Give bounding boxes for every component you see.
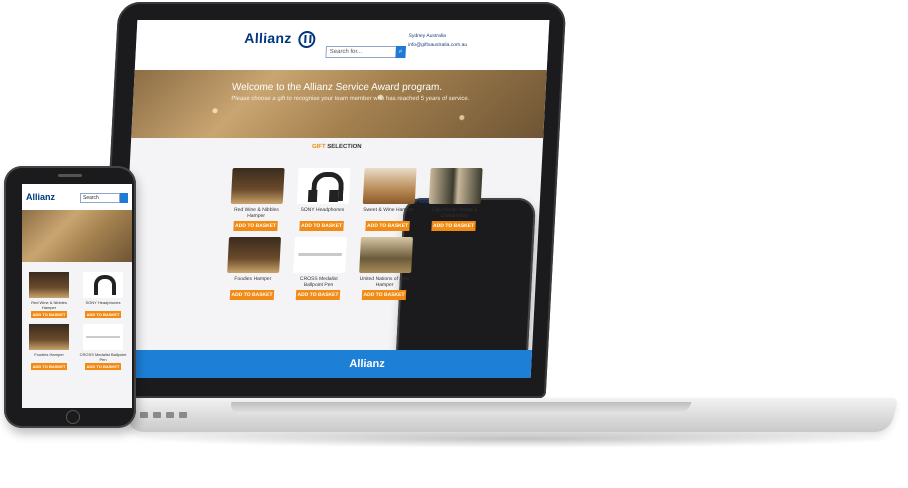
gift-card: CROSS Medalist Ballpoint Pen ADD TO BASK… (289, 237, 350, 300)
search-input[interactable]: Search for... (325, 46, 398, 58)
site-header: Allianz Search for... ⌕ 1300 499 452 Syd… (134, 20, 550, 378)
gift-grid: Red Wine & Nibbles Hamper ADD TO BASKET … (223, 168, 483, 300)
gift-name: Capi Monte Shiraz & Chardonnay (431, 207, 478, 219)
gift-name: Sweet & Wine Hamper (362, 207, 414, 213)
laptop-trackpad-notch (228, 402, 692, 414)
gift-selection-heading: GIFT SELECTION (131, 144, 543, 150)
phone-site-header: Allianz Search (22, 184, 132, 210)
phone-home-button[interactable] (66, 410, 80, 424)
phone-gift-card: SONY Headphones ADD TO BASKET (79, 272, 127, 318)
add-to-basket-button[interactable]: ADD TO BASKET (229, 290, 275, 300)
contact-email[interactable]: info@giftsaustralia.com.au (408, 41, 467, 50)
gift-name: SONY Headphones (85, 300, 121, 305)
laptop-shadow (140, 430, 900, 448)
phone-screen: Allianz Search Red Wine & Nibbles Hamper… (22, 184, 132, 408)
gift-name: Red Wine & Nibbles Hamper (31, 300, 67, 310)
search-icon: ⌕ (398, 48, 403, 55)
gift-card: Capi Monte Shiraz & Chardonnay ADD TO BA… (424, 168, 485, 231)
foodies-hamper-image[interactable] (29, 324, 69, 350)
gift-name: CROSS Medalist Ballpoint Pen (299, 276, 338, 288)
phone-brand-logo[interactable]: Allianz (26, 192, 55, 202)
gift-card: SONY Headphones ADD TO BASKET (292, 168, 353, 231)
laptop-screen: Allianz Search for... ⌕ 1300 499 452 Syd… (118, 20, 550, 378)
add-to-basket-button[interactable]: ADD TO BASKET (85, 363, 121, 370)
contact-info: 1300 499 452 Sydney Australia info@gifts… (390, 32, 537, 378)
banner-title: Welcome to the Allianz Service Award pro… (231, 82, 443, 93)
phone-gift-grid: Red Wine & Nibbles Hamper ADD TO BASKET … (22, 262, 132, 370)
foodies-hamper-image[interactable] (227, 237, 282, 273)
headphones-image[interactable] (83, 272, 123, 298)
contact-location: Sydney Australia (408, 33, 446, 39)
hdmi-port-icon (166, 412, 174, 418)
headphones-image[interactable] (296, 168, 351, 204)
brand-logo[interactable]: Allianz (244, 30, 317, 48)
beer-hamper-image[interactable] (359, 237, 414, 273)
phone-search-input[interactable]: Search (80, 193, 120, 203)
gift-name: Foodies Hamper (234, 276, 272, 282)
gift-name: United Nations of Beer Hamper (359, 276, 411, 288)
pen-image[interactable] (293, 237, 348, 273)
card-slot-icon (179, 412, 187, 418)
add-to-basket-button[interactable]: ADD TO BASKET (361, 290, 407, 300)
gift-name: SONY Headphones (300, 207, 345, 213)
gift-card: Foodies Hamper ADD TO BASKET (223, 237, 284, 300)
gift-card: Sweet & Wine Hamper ADD TO BASKET (358, 168, 419, 231)
phone-gift-card: CROSS Medalist Ballpoint Pen ADD TO BASK… (79, 324, 127, 370)
gift-name: Foodies Hamper (34, 352, 64, 357)
add-to-basket-button[interactable]: ADD TO BASKET (431, 221, 476, 231)
add-to-basket-button[interactable]: ADD TO BASKET (31, 363, 67, 370)
add-to-basket-button[interactable]: ADD TO BASKET (85, 311, 121, 318)
hero-banner: Welcome to the Allianz Service Award pro… (131, 70, 547, 138)
phone-device: Allianz Search Red Wine & Nibbles Hamper… (4, 166, 136, 428)
laptop-ports (140, 412, 187, 418)
gift-selection-label: SELECTION (327, 144, 362, 150)
phone-search-button[interactable] (120, 193, 128, 203)
usb-port-icon (140, 412, 148, 418)
gift-card: Red Wine & Nibbles Hamper ADD TO BASKET (226, 168, 287, 231)
wine-image[interactable] (428, 168, 483, 204)
hamper-image[interactable] (29, 272, 69, 298)
banner-subtitle: Please choose a gift to recognise your t… (231, 96, 470, 102)
usb-port-icon (153, 412, 161, 418)
add-to-basket-button[interactable]: ADD TO BASKET (299, 221, 344, 231)
phone-gift-card: Red Wine & Nibbles Hamper ADD TO BASKET (25, 272, 73, 318)
hamper-image[interactable] (230, 168, 285, 204)
brand-name: Allianz (244, 30, 293, 46)
allianz-eagle-icon (298, 30, 317, 48)
search-button[interactable]: ⌕ (395, 46, 407, 58)
add-to-basket-button[interactable]: ADD TO BASKET (295, 290, 341, 300)
gift-card: United Nations of Beer Hamper ADD TO BAS… (355, 237, 416, 300)
add-to-basket-button[interactable]: ADD TO BASKET (233, 221, 278, 231)
site-footer: Allianz (118, 350, 533, 378)
add-to-basket-button[interactable]: ADD TO BASKET (365, 221, 410, 231)
gift-selection-accent: GIFT (311, 144, 326, 150)
pen-image[interactable] (83, 324, 123, 350)
gift-name: CROSS Medalist Ballpoint Pen (79, 352, 127, 362)
phone-hero-banner (22, 210, 132, 262)
phone-gift-card: Foodies Hamper ADD TO BASKET (25, 324, 73, 370)
add-to-basket-button[interactable]: ADD TO BASKET (31, 311, 67, 318)
laptop-site: Allianz Search for... ⌕ 1300 499 452 Syd… (118, 20, 550, 378)
footer-logo: Allianz (349, 358, 386, 370)
gift-name: Red Wine & Nibbles Hamper (233, 207, 279, 219)
sweet-hamper-image[interactable] (362, 168, 417, 204)
phone-speaker (58, 174, 82, 177)
